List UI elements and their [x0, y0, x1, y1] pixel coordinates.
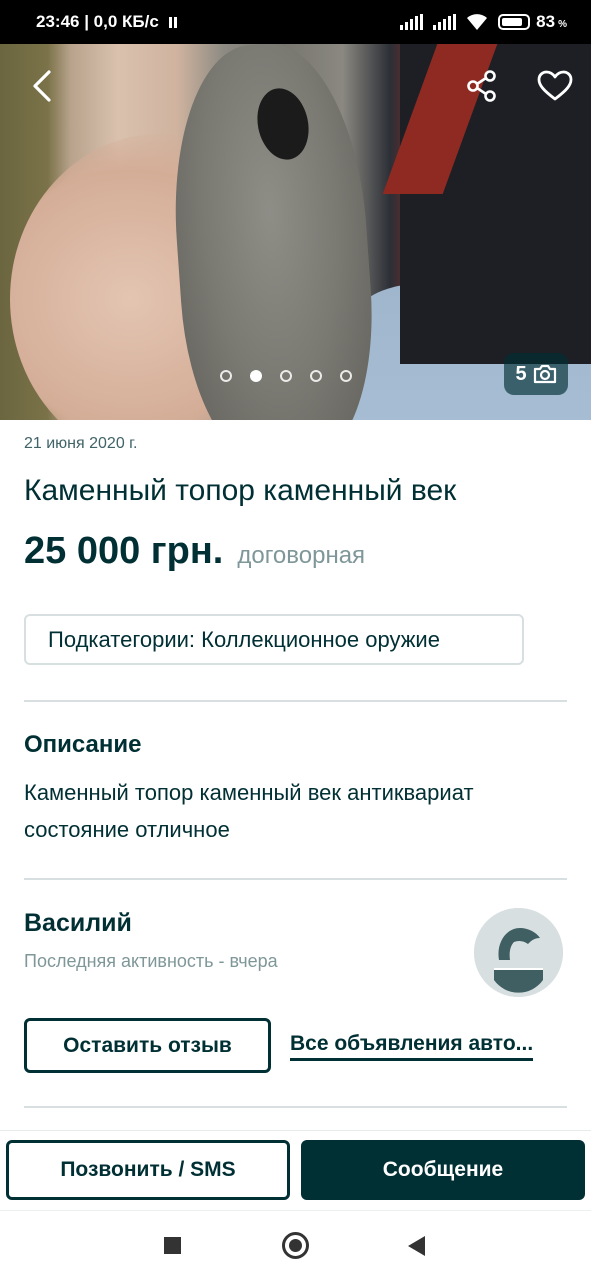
back-button[interactable]: [22, 66, 62, 106]
favorite-button[interactable]: [532, 64, 578, 108]
status-time: 23:46 | 0,0 КБ/с: [36, 12, 159, 31]
divider: [24, 700, 567, 702]
gallery-dots: [220, 370, 352, 382]
battery-icon: [498, 14, 531, 30]
share-button[interactable]: [460, 64, 504, 108]
home-icon[interactable]: [282, 1232, 309, 1259]
status-right: 83 %: [400, 12, 567, 32]
message-button[interactable]: Сообщение: [301, 1140, 585, 1200]
action-bar: Позвонить / SMS Сообщение: [0, 1130, 591, 1210]
subcategory-chip[interactable]: Подкатегории: Коллекционное оружие: [24, 614, 524, 665]
signal-icon-2: [433, 14, 457, 30]
battery-percent: 83: [536, 12, 556, 31]
seller-activity: Последняя активность - вчера: [24, 951, 278, 971]
signal-icon: [400, 14, 424, 30]
share-icon: [467, 70, 496, 102]
photo-count-badge[interactable]: 5: [504, 353, 568, 395]
gallery-dot[interactable]: [340, 370, 352, 382]
description-heading: Описание: [24, 731, 142, 758]
status-bar: 23:46 | 0,0 КБ/с 83 %: [0, 0, 591, 44]
back-triangle-icon[interactable]: [408, 1236, 425, 1256]
seller-name[interactable]: Василий: [24, 909, 132, 938]
gallery-dot-active[interactable]: [250, 370, 262, 382]
listing-date: 21 июня 2020 г.: [24, 435, 138, 452]
user-placeholder-icon: [474, 908, 563, 997]
description-text: Каменный топор каменный век антиквариат …: [24, 780, 474, 842]
avatar[interactable]: [474, 908, 563, 997]
divider: [24, 878, 567, 880]
divider: [24, 1106, 567, 1108]
photo-count: 5: [515, 362, 527, 385]
wifi-icon: [467, 14, 488, 30]
listing-price: 25 000 грн.: [24, 530, 224, 572]
status-left: 23:46 | 0,0 КБ/с: [36, 12, 177, 32]
camera-icon: [533, 364, 556, 384]
gallery-dot[interactable]: [280, 370, 292, 382]
system-nav-bar: [0, 1210, 591, 1280]
all-seller-ads-link[interactable]: Все объявления авто...: [290, 1032, 534, 1061]
leave-review-button[interactable]: Оставить отзыв: [24, 1018, 271, 1073]
gallery-dot[interactable]: [310, 370, 322, 382]
heart-icon: [537, 70, 573, 101]
price-note: договорная: [237, 542, 366, 569]
chevron-left-icon: [33, 70, 51, 102]
pause-icon: [168, 16, 177, 28]
battery-percent-sign: %: [558, 18, 567, 30]
price-row: 25 000 грн. договорная: [24, 530, 365, 573]
listing-title: Каменный топор каменный век: [24, 474, 457, 507]
battery-indicator: 83 %: [498, 12, 567, 32]
gallery-dot[interactable]: [220, 370, 232, 382]
recent-apps-icon[interactable]: [164, 1237, 181, 1254]
call-sms-button[interactable]: Позвонить / SMS: [6, 1140, 290, 1200]
